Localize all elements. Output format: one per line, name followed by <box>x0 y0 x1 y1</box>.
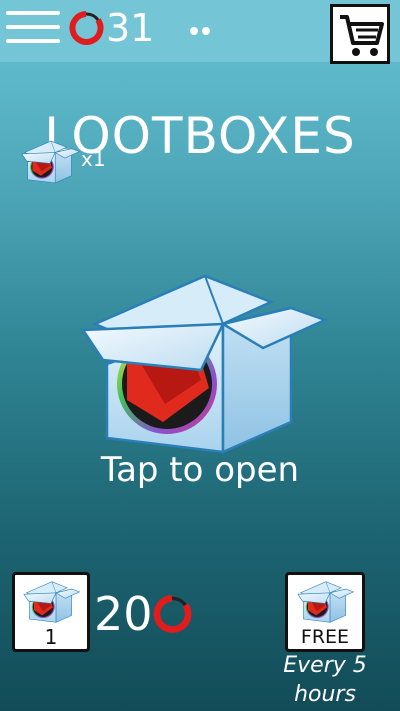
coin-icon <box>153 595 192 633</box>
lootbox-icon <box>296 578 354 626</box>
free-lootbox-button[interactable]: FREE <box>285 572 365 652</box>
tap-to-open-label[interactable]: Tap to open <box>0 448 400 492</box>
lootbox-icon <box>22 578 80 626</box>
lootbox-price: 20 <box>94 587 153 641</box>
free-note-line-2: hours <box>294 682 356 707</box>
owned-lootbox-count: x1 <box>81 147 106 171</box>
shop-cart-button[interactable] <box>330 4 390 64</box>
buy-lootbox-button[interactable]: 1 <box>12 572 90 652</box>
free-note-line-1: Every 5 <box>283 653 367 678</box>
free-timer-note: Every 5 hours <box>258 651 392 709</box>
menu-icon[interactable] <box>6 11 60 45</box>
open-lootbox-button[interactable] <box>75 272 327 456</box>
lootbox-icon <box>20 138 80 186</box>
coin-balance: 31 <box>106 6 155 50</box>
buy-quantity-label: 1 <box>44 625 58 649</box>
coin-icon <box>69 11 104 45</box>
top-bar: 31 <box>0 0 400 64</box>
page-indicator-dots <box>190 27 214 37</box>
free-label: FREE <box>300 626 350 648</box>
shopping-cart-icon <box>340 15 384 56</box>
